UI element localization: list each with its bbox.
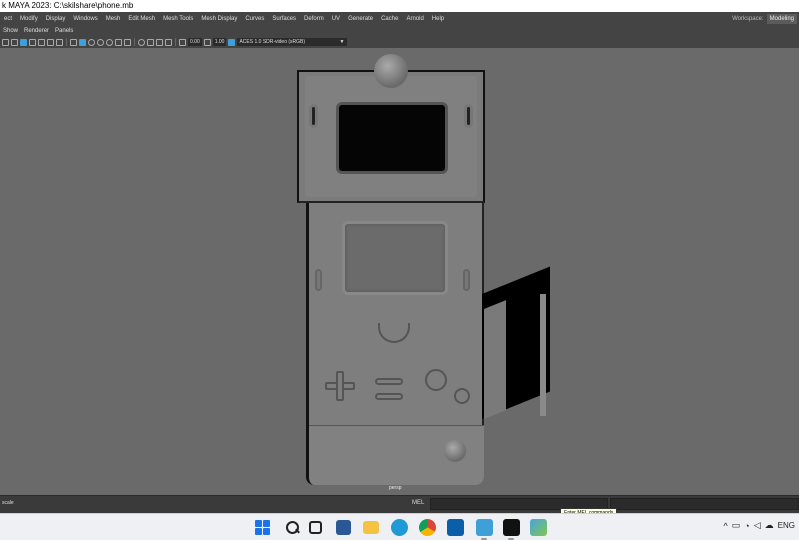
widgets-icon[interactable] bbox=[336, 520, 351, 535]
battery-icon[interactable]: ▭ bbox=[732, 520, 741, 531]
exposure-field[interactable]: 0.00 bbox=[188, 38, 202, 46]
open-flap-lip bbox=[540, 294, 546, 416]
speaker-arc bbox=[378, 323, 410, 343]
menu-help[interactable]: Help bbox=[428, 12, 448, 26]
dpad-vertical bbox=[336, 371, 344, 401]
phone-bottom-half bbox=[306, 203, 484, 485]
chevron-down-icon: ▼ bbox=[339, 39, 345, 45]
menu-cache[interactable]: Cache bbox=[377, 12, 402, 26]
menu-uv[interactable]: UV bbox=[328, 12, 344, 26]
menu-mesh[interactable]: Mesh bbox=[102, 12, 125, 26]
store-icon[interactable] bbox=[447, 519, 464, 536]
cloud-icon[interactable]: ☁ bbox=[765, 520, 774, 531]
xray-joints-icon[interactable] bbox=[147, 38, 154, 46]
camera-label: persp bbox=[389, 485, 402, 491]
viewport-3d[interactable]: persp bbox=[0, 48, 799, 495]
wireframe-icon[interactable] bbox=[70, 38, 77, 46]
phone-bottom-screen bbox=[342, 221, 448, 295]
menu-mesh-display[interactable]: Mesh Display bbox=[197, 12, 241, 26]
wireframe-on-shaded-icon[interactable] bbox=[88, 38, 95, 46]
grid-icon[interactable] bbox=[38, 38, 45, 46]
color-management-select[interactable]: ACES 1.0 SDR-video (sRGB) ▼ bbox=[237, 38, 348, 46]
task-view-icon[interactable] bbox=[309, 521, 322, 534]
gamma-icon[interactable] bbox=[203, 38, 211, 46]
xray-icon[interactable] bbox=[138, 38, 145, 46]
system-tray: ^ ▭ ◔ ◁ ☁ ENG bbox=[724, 520, 795, 531]
chrome-icon[interactable] bbox=[419, 519, 436, 536]
chevron-up-icon[interactable]: ^ bbox=[724, 521, 728, 531]
toolbar-divider bbox=[134, 38, 135, 46]
isolate-select-icon[interactable] bbox=[156, 38, 163, 46]
panel-menu-show[interactable]: Show bbox=[0, 26, 21, 36]
shadows-icon[interactable] bbox=[115, 38, 122, 46]
menu-windows[interactable]: Windows bbox=[69, 12, 101, 26]
left-side-slot bbox=[315, 269, 322, 291]
phone-top-half bbox=[297, 70, 485, 203]
help-text: scale bbox=[2, 500, 14, 506]
exposure-icon[interactable] bbox=[179, 38, 186, 46]
smooth-shade-icon[interactable] bbox=[79, 38, 86, 46]
menu-modify[interactable]: Modify bbox=[16, 12, 42, 26]
maya-icon[interactable] bbox=[476, 519, 493, 536]
bottom-sphere bbox=[444, 440, 466, 462]
panel-menubar: Show Renderer Panels bbox=[0, 26, 799, 36]
lights-icon[interactable] bbox=[106, 38, 113, 46]
toolbar-divider bbox=[66, 38, 67, 46]
select-camera-icon[interactable] bbox=[2, 38, 9, 46]
gamma-field[interactable]: 1.00 bbox=[212, 38, 227, 46]
command-language-toggle[interactable]: MEL bbox=[412, 500, 424, 506]
main-menubar: ect Modify Display Windows Mesh Edit Mes… bbox=[0, 12, 799, 26]
help-line: scale MEL bbox=[0, 495, 799, 513]
menu-deform[interactable]: Deform bbox=[300, 12, 328, 26]
select-pill bbox=[375, 378, 403, 385]
textured-icon[interactable] bbox=[97, 38, 104, 46]
file-explorer-icon[interactable] bbox=[363, 521, 379, 534]
search-icon[interactable] bbox=[284, 519, 301, 536]
menu-display[interactable]: Display bbox=[42, 12, 70, 26]
button-a bbox=[425, 369, 447, 391]
menu-surfaces[interactable]: Surfaces bbox=[268, 12, 300, 26]
open-flap-edge bbox=[484, 300, 506, 419]
menu-mesh-tools[interactable]: Mesh Tools bbox=[159, 12, 197, 26]
toolbar-divider bbox=[175, 38, 176, 46]
workspace-selector[interactable]: Workspace: Modeling bbox=[732, 12, 797, 26]
workspace-value[interactable]: Modeling bbox=[766, 14, 797, 24]
film-gate-icon[interactable] bbox=[47, 38, 54, 46]
resolution-gate-icon[interactable] bbox=[56, 38, 63, 46]
right-side-slot bbox=[463, 269, 470, 291]
volume-icon[interactable]: ◁ bbox=[754, 520, 761, 531]
edge-icon[interactable] bbox=[391, 519, 408, 536]
start-pill bbox=[375, 393, 403, 400]
color-management-icon[interactable] bbox=[228, 38, 236, 46]
panel-menu-renderer[interactable]: Renderer bbox=[21, 26, 52, 36]
start-icon[interactable] bbox=[254, 519, 271, 536]
camera-attributes-icon[interactable] bbox=[11, 38, 18, 46]
ambient-occlusion-icon[interactable] bbox=[124, 38, 131, 46]
menu-select[interactable]: ect bbox=[0, 12, 16, 26]
workspace-label: Workspace: bbox=[732, 16, 764, 22]
panel-menu-panels[interactable]: Panels bbox=[52, 26, 76, 36]
hud-icon[interactable] bbox=[165, 38, 172, 46]
app-icon[interactable] bbox=[503, 519, 520, 536]
top-left-slot bbox=[309, 104, 318, 128]
bookmark-icon[interactable] bbox=[20, 38, 27, 46]
mel-result-field bbox=[610, 498, 799, 510]
menu-arnold[interactable]: Arnold bbox=[402, 12, 427, 26]
photos-icon[interactable] bbox=[530, 519, 547, 536]
button-b bbox=[454, 388, 470, 404]
menu-curves[interactable]: Curves bbox=[241, 12, 268, 26]
color-management-value: ACES 1.0 SDR-video (sRGB) bbox=[239, 39, 306, 45]
wifi-icon[interactable]: ◔ bbox=[744, 521, 749, 531]
language-indicator[interactable]: ENG bbox=[778, 521, 795, 530]
menu-generate[interactable]: Generate bbox=[344, 12, 377, 26]
menu-edit-mesh[interactable]: Edit Mesh bbox=[124, 12, 159, 26]
window-title: k MAYA 2023: C:\skilshare\phone.mb bbox=[0, 0, 799, 12]
viewport-toolbar: 0.00 1.00 ACES 1.0 SDR-video (sRGB) ▼ bbox=[0, 36, 799, 48]
image-plane-icon[interactable] bbox=[29, 38, 36, 46]
hinge-sphere bbox=[374, 54, 408, 88]
windows-taskbar: ^ ▭ ◔ ◁ ☁ ENG bbox=[0, 513, 799, 540]
phone-top-screen bbox=[336, 102, 448, 174]
top-right-slot bbox=[464, 104, 473, 128]
